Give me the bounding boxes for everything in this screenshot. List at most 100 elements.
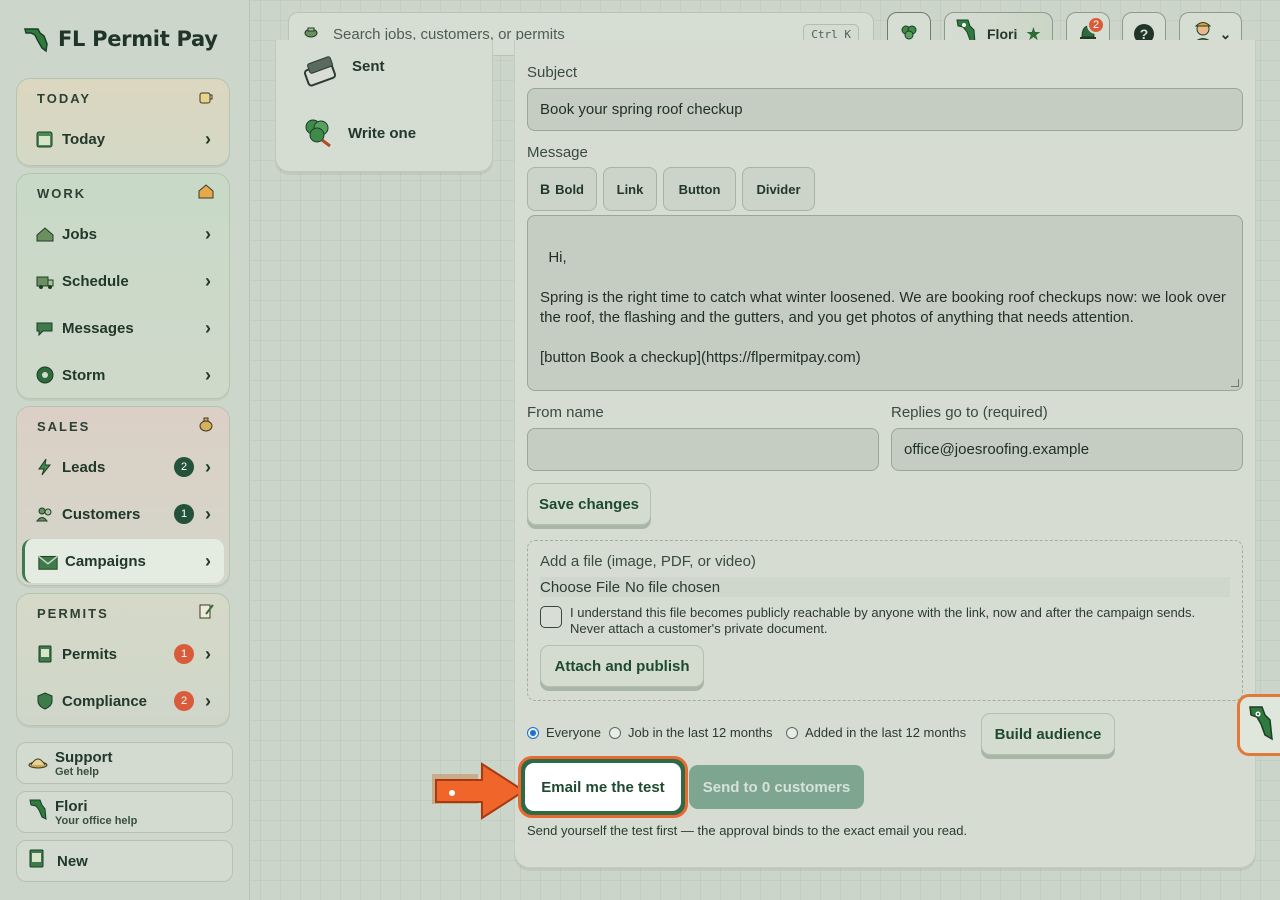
chevron-right-icon: › [205,364,211,385]
audience-option-everyone[interactable]: Everyone [527,725,601,740]
radio-job-12mo[interactable] [609,726,621,739]
sidebar-item-label: Leads [62,458,106,476]
message-label: Message [527,144,588,161]
truck-icon [34,270,56,292]
file-chooser[interactable]: Choose File No file chosen [540,577,1230,597]
subnav-item-write-one[interactable]: Write one [300,114,416,153]
subject-label: Subject [527,64,578,81]
chevron-right-icon: › [205,690,211,711]
group-title: WORK [37,185,87,201]
file-status: No file chosen [625,578,721,596]
chevron-right-icon: › [205,270,211,291]
divider-button[interactable]: Divider [742,167,815,211]
sidebar-item-leads[interactable]: Leads 2 › [22,445,224,489]
sidebar-item-schedule[interactable]: Schedule › [22,259,224,303]
choose-file-button[interactable]: Choose File [540,579,620,596]
sidebar-item-label: Jobs [62,225,98,243]
pen-paper-icon [197,602,215,625]
flori-floating-tab[interactable] [1237,694,1280,756]
florida-logo-icon [24,28,48,53]
group-title: PERMITS [37,605,109,621]
write-clover-icon [300,114,334,153]
chevron-right-icon: › [205,456,211,477]
send-to-customers-button[interactable]: Send to 0 customers [689,765,864,809]
support-subtitle: Get help [55,765,100,778]
resize-handle[interactable] [1231,379,1239,387]
from-name-field[interactable] [527,428,879,471]
subject-field[interactable]: Book your spring roof checkup [527,88,1243,131]
sidebar-item-jobs[interactable]: Jobs › [22,212,224,256]
campaign-subnav: Sent Write one [275,40,493,172]
count-badge: 2 [174,691,194,711]
subnav-item-sent[interactable]: Sent [300,56,385,95]
sidebar-item-label: Storm [62,366,106,384]
save-changes-button[interactable]: Save changes [527,483,651,525]
email-me-test-label: Email me the test [525,763,681,811]
sidebar-item-customers[interactable]: Customers 1 › [22,492,224,536]
insert-button-button[interactable]: Button [663,167,736,211]
link-button[interactable]: Link [603,167,657,211]
bold-glyph: B [539,181,551,197]
from-name-label: From name [527,404,604,421]
consent-text: I understand this file becomes publicly … [570,605,1235,637]
support-link[interactable]: Support Get help [16,742,233,784]
build-audience-button[interactable]: Build audience [981,713,1115,755]
coffee-icon [197,87,215,110]
sidebar: FL Permit Pay TODAY Today › WORK Jobs › … [0,0,250,900]
audience-option-added-12mo[interactable]: Added in the last 12 months [786,725,966,740]
subnav-label: Write one [348,125,417,142]
sidebar-item-messages[interactable]: Messages › [22,306,224,350]
consent-checkbox[interactable] [540,606,562,628]
flori-subtitle: Your office help [55,814,138,827]
house-icon [197,182,215,205]
radio-label: Everyone [546,725,601,740]
support-bell-icon [27,750,49,777]
group-title: SALES [37,418,91,434]
sidebar-item-label: Compliance [62,692,148,710]
new-button[interactable]: New [16,840,233,882]
flori-mascot-icon [27,797,49,828]
sidebar-item-campaigns[interactable]: Campaigns › [22,539,224,583]
hurricane-icon [34,364,56,386]
sent-envelope-icon [300,56,338,95]
reply-to-field[interactable]: office@joesroofing.example [891,428,1243,471]
new-document-icon [27,848,47,875]
bold-label: Bold [555,181,584,197]
audience-option-job-12mo[interactable]: Job in the last 12 months [609,725,773,740]
sidebar-item-today[interactable]: Today › [22,117,224,161]
sidebar-item-permits[interactable]: Permits 1 › [22,632,224,676]
chevron-right-icon: › [205,317,211,338]
consent-line-2: Never attach a customer's private docume… [570,621,828,636]
consent-line-1: I understand this file becomes publicly … [570,605,1196,620]
app-logo[interactable]: FL Permit Pay [22,24,218,54]
radio-label: Job in the last 12 months [628,725,773,740]
calendar-icon [34,128,56,150]
attach-publish-button[interactable]: Attach and publish [540,645,704,687]
shield-icon [34,690,56,712]
document-icon [34,643,56,665]
sidebar-item-label: Schedule [62,272,129,290]
app-name: FL Permit Pay [58,27,218,51]
count-badge: 2 [174,457,194,477]
flori-mascot-icon [1245,703,1275,748]
flori-help-link[interactable]: Flori Your office help [16,791,233,833]
message-body-textarea[interactable]: Hi, Spring is the right time to catch wh… [527,215,1243,391]
radio-everyone[interactable] [527,726,539,739]
count-badge: 1 [174,504,194,524]
nav-group-today: TODAY Today › [16,78,230,166]
roof-icon [34,223,56,245]
subnav-label: Sent [352,58,385,75]
sidebar-item-label: Customers [62,505,141,523]
notifications-badge: 2 [1087,16,1105,34]
sidebar-item-compliance[interactable]: Compliance 2 › [22,679,224,723]
chevron-right-icon: › [205,643,211,664]
email-me-test-button[interactable]: Email me the test [518,756,688,818]
bold-button[interactable]: B Bold [527,167,597,211]
sidebar-item-label: Permits [62,645,118,663]
sidebar-item-storm[interactable]: Storm › [22,353,224,397]
chevron-right-icon: › [205,223,211,244]
sidebar-item-label: Campaigns [65,552,146,570]
replies-label: Replies go to (required) [891,404,1048,421]
radio-added-12mo[interactable] [786,726,798,739]
lightning-icon [34,456,56,478]
